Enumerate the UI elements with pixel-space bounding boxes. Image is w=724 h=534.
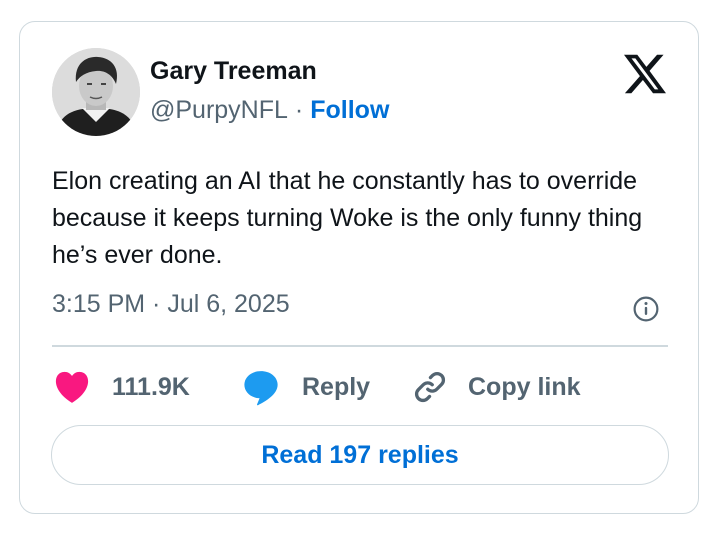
like-button[interactable]: 111.9K: [54, 368, 190, 406]
copy-link-label: Copy link: [468, 372, 581, 401]
tweet-text: Elon creating an AI that he constantly h…: [52, 167, 643, 269]
speech-bubble-icon: [244, 371, 278, 406]
author-name[interactable]: Gary Treeman: [150, 57, 317, 86]
read-replies-button[interactable]: Read 197 replies: [51, 425, 669, 485]
heart-icon: [55, 371, 89, 403]
separator-dot: ·: [294, 96, 304, 124]
link-icon: [415, 372, 445, 402]
author-handle-row: @PurpyNFL · Follow: [150, 96, 389, 125]
reply-label: Reply: [302, 372, 371, 401]
avatar[interactable]: [52, 48, 140, 136]
action-bar: 111.9K Reply Copy link: [52, 368, 672, 406]
x-logo-icon[interactable]: [624, 54, 666, 94]
reply-button[interactable]: Reply: [242, 368, 370, 406]
copy-link-button[interactable]: Copy link: [412, 368, 581, 406]
avatar-portrait: [52, 48, 140, 136]
tweet-timestamp[interactable]: 3:15 PM · Jul 6, 2025: [52, 290, 290, 319]
divider: [52, 345, 668, 347]
info-icon[interactable]: [633, 296, 659, 322]
author-handle[interactable]: @PurpyNFL: [150, 96, 288, 124]
like-count: 111.9K: [112, 372, 190, 401]
tweet-embed-card: Gary Treeman @PurpyNFL · Follow Elon creat…: [19, 21, 699, 514]
follow-button[interactable]: Follow: [310, 96, 389, 124]
